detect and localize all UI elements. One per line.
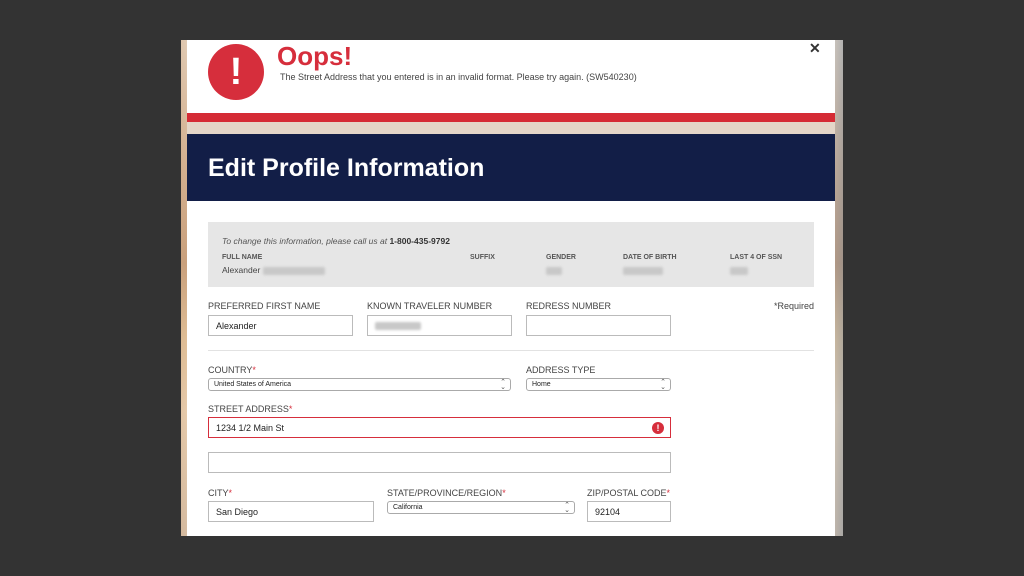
state-label-text: STATE/PROVINCE/REGION <box>387 488 503 498</box>
redacted-last-name <box>262 266 325 275</box>
page-header: Edit Profile Information <box>187 134 835 201</box>
required-note: *Required <box>774 301 814 311</box>
required-asterisk: * <box>666 488 671 498</box>
full-name-text: Alexander <box>222 265 261 275</box>
zip-label-text: ZIP/POSTAL CODE <box>587 488 667 498</box>
required-asterisk: * <box>252 365 256 375</box>
street-address-input[interactable]: 1234 1/2 Main St ! <box>208 417 671 438</box>
redacted-ktn <box>375 321 421 330</box>
full-name-heading: FULL NAME <box>222 254 263 261</box>
street-address-line2-input[interactable] <box>208 452 671 473</box>
alert-divider-bar <box>187 113 835 122</box>
address-type-label: ADDRESS TYPE <box>526 365 596 375</box>
close-icon[interactable]: ✕ <box>809 40 821 57</box>
select-arrows-icon: ⌃ ⌄ <box>660 379 666 391</box>
suffix-heading: SUFFIX <box>470 254 495 261</box>
address-type-selected-value: Home <box>532 381 551 388</box>
state-label: STATE/PROVINCE/REGION* <box>387 488 506 498</box>
redress-number-label: REDRESS NUMBER <box>526 301 612 311</box>
dob-heading: DATE OF BIRTH <box>623 254 677 261</box>
street-address-value: 1234 1/2 Main St <box>216 422 285 433</box>
alert-title: Oops! <box>277 41 353 71</box>
zip-input[interactable]: 92104 <box>587 501 671 522</box>
gender-value <box>546 265 562 275</box>
required-asterisk: * <box>228 488 233 498</box>
info-note: To change this information, please call … <box>222 236 450 246</box>
exclamation-icon: ! <box>208 44 264 100</box>
dob-value <box>623 265 663 275</box>
country-label-text: COUNTRY <box>208 365 253 375</box>
country-select[interactable]: United States of America ⌃ ⌄ <box>208 378 511 391</box>
redacted-gender <box>546 266 562 275</box>
city-label: CITY* <box>208 488 232 498</box>
edit-profile-modal: ! Oops! The Street Address that you ente… <box>187 40 835 536</box>
street-address-label: STREET ADDRESS* <box>208 404 292 414</box>
alert-message: The Street Address that you entered is i… <box>280 72 637 82</box>
section-divider <box>208 350 814 351</box>
gender-heading: GENDER <box>546 254 576 261</box>
country-selected-value: United States of America <box>214 381 292 388</box>
info-note-text: To change this information, please call … <box>222 236 388 246</box>
known-traveler-number-label: KNOWN TRAVELER NUMBER <box>367 301 493 311</box>
country-label: COUNTRY* <box>208 365 256 375</box>
select-arrows-icon: ⌃ ⌄ <box>564 502 570 514</box>
locked-info-panel: To change this information, please call … <box>208 222 814 287</box>
ssn-value <box>730 265 748 275</box>
error-alert: ! Oops! The Street Address that you ente… <box>187 40 835 113</box>
redacted-ssn <box>730 266 748 275</box>
state-select[interactable]: California ⌃ ⌄ <box>387 501 575 514</box>
preferred-first-name-label: PREFERRED FIRST NAME <box>208 301 321 311</box>
background-strip <box>187 122 835 134</box>
full-name-value: Alexander <box>222 265 325 275</box>
select-arrows-icon: ⌃ ⌄ <box>500 379 506 391</box>
page-title: Edit Profile Information <box>208 154 485 182</box>
required-note-text: *Required <box>774 301 815 311</box>
ssn-heading: LAST 4 OF SSN <box>730 254 783 261</box>
zip-label: ZIP/POSTAL CODE* <box>587 488 670 498</box>
street-address-label-text: STREET ADDRESS <box>208 404 289 414</box>
error-icon: ! <box>652 422 664 434</box>
redacted-dob <box>623 266 663 275</box>
required-asterisk: * <box>502 488 506 498</box>
required-asterisk: * <box>288 404 293 414</box>
address-type-select[interactable]: Home ⌃ ⌄ <box>526 378 671 391</box>
state-selected-value: California <box>393 504 423 511</box>
info-phone: 1-800-435-9792 <box>389 236 450 246</box>
preferred-first-name-input[interactable]: Alexander <box>208 315 353 336</box>
known-traveler-number-input[interactable] <box>367 315 512 336</box>
redress-number-input[interactable] <box>526 315 671 336</box>
city-label-text: CITY <box>208 488 229 498</box>
city-input[interactable]: San Diego <box>208 501 374 522</box>
